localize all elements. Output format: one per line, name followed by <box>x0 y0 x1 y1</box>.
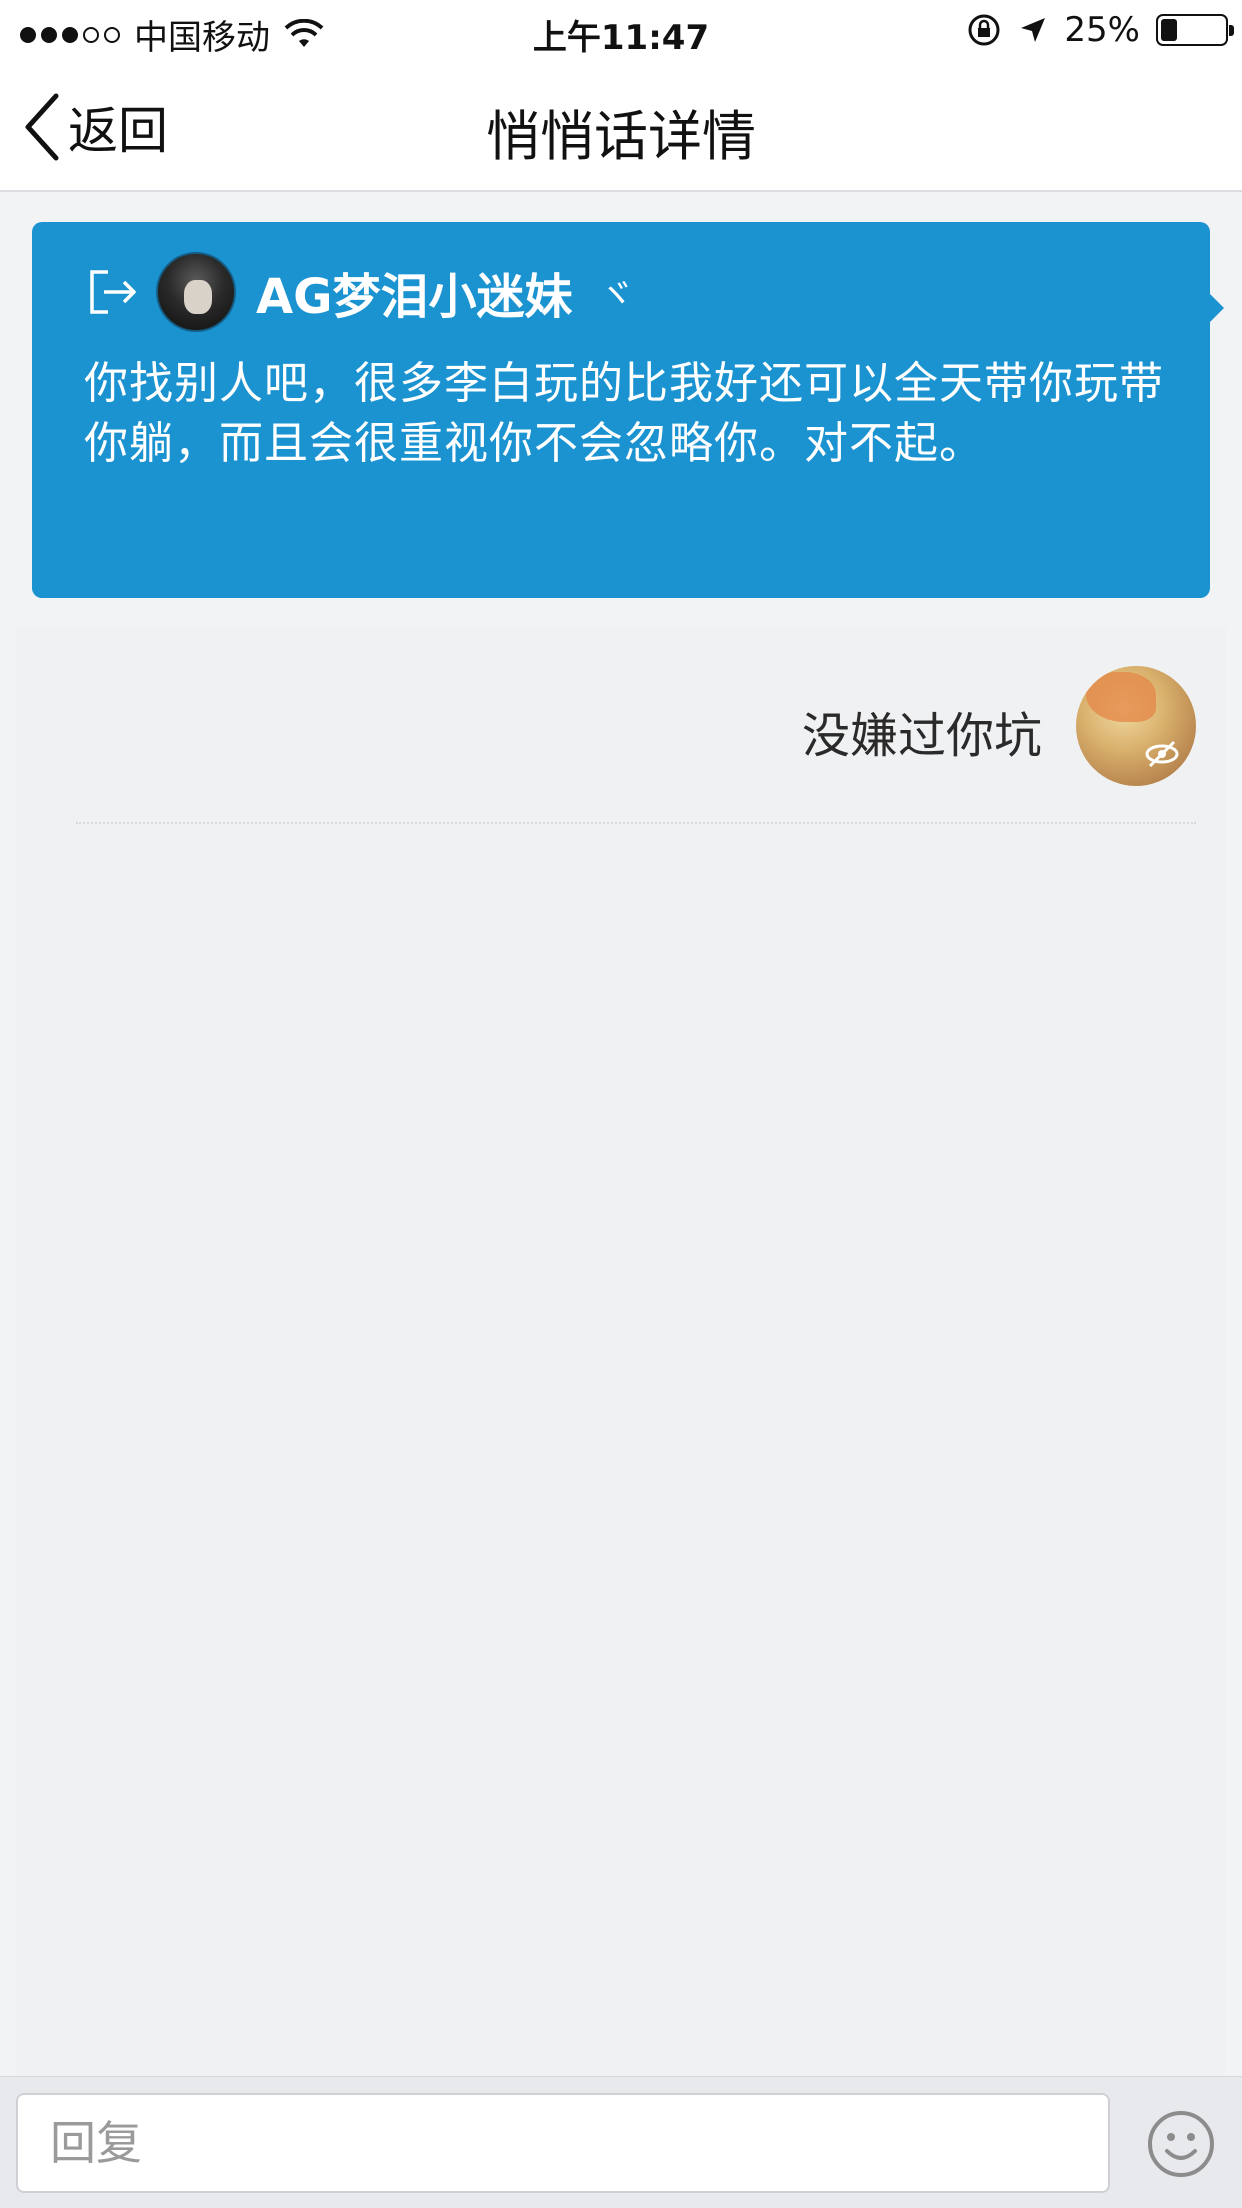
nav-bar: 返回 悄悄话详情 <box>0 62 1242 192</box>
page-title: 悄悄话详情 <box>486 105 756 168</box>
sender-username[interactable]: AG梦泪小迷妹 <box>256 257 573 327</box>
battery-percent: 25% <box>1064 10 1140 50</box>
status-right: 25% <box>966 10 1234 50</box>
status-bar: 中国移动 上午11:47 25% <box>0 0 1242 62</box>
hidden-eye-icon <box>1145 740 1179 768</box>
reply-input[interactable] <box>16 2093 1110 2193</box>
battery-icon <box>1156 14 1234 46</box>
sender-avatar[interactable] <box>156 252 236 332</box>
whisper-card[interactable]: AG梦泪小迷妹 ヾ 你找别人吧，很多李白玩的比我好还可以全天带你玩带你躺，而且会… <box>32 222 1224 598</box>
divider <box>76 822 1196 824</box>
orientation-lock-icon <box>968 14 1000 46</box>
reply-avatar[interactable] <box>1076 666 1196 786</box>
reply-bar <box>0 2076 1242 2208</box>
reply-item[interactable]: 没嫌过你坑 <box>16 626 1226 826</box>
chevron-down-icon: ヾ <box>598 275 635 316</box>
location-arrow-icon <box>1021 18 1046 42</box>
card-header: AG梦泪小迷妹 ヾ <box>84 252 635 332</box>
emoji-icon[interactable] <box>1146 2109 1216 2179</box>
exit-icon[interactable] <box>84 264 140 320</box>
reply-text: 没嫌过你坑 <box>801 708 1042 764</box>
reply-list: 没嫌过你坑 <box>16 626 1226 2076</box>
whisper-message: 你找别人吧，很多李白玩的比我好还可以全天带你玩带你躺，而且会很重视你不会忽略你。… <box>84 358 1164 469</box>
